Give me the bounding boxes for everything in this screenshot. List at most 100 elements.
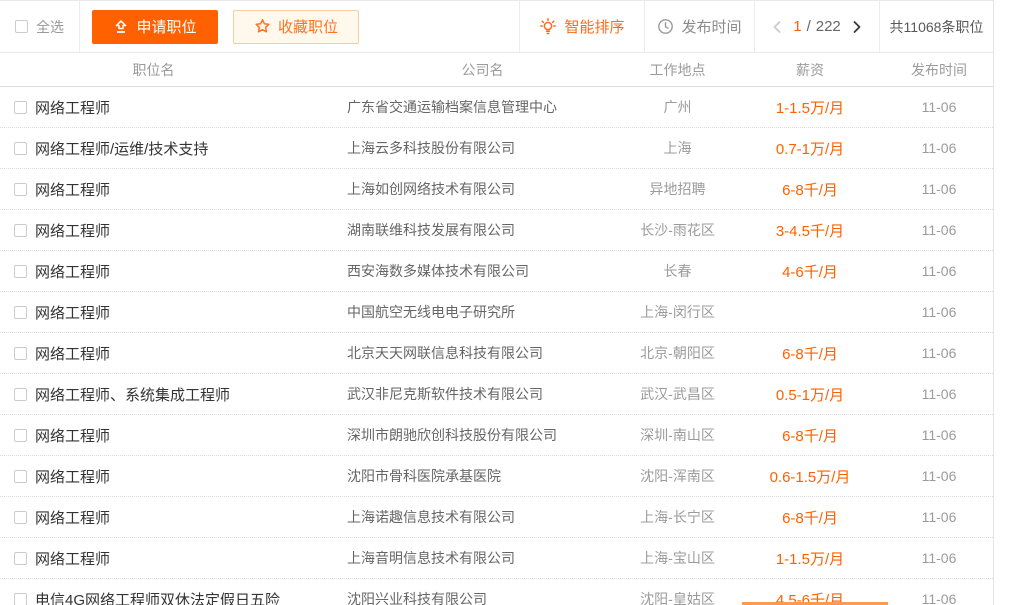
table-row: 网络工程师 广东省交通运输档案信息管理中心 广州 1-1.5万/月 11-06 — [0, 87, 993, 128]
chevron-right-icon[interactable] — [850, 20, 863, 34]
job-title-link[interactable]: 网络工程师 — [35, 466, 110, 487]
header-salary: 薪资 — [796, 61, 824, 78]
row-checkbox[interactable] — [14, 510, 27, 524]
company-name[interactable]: 沈阳市骨科医院承基医院 — [345, 466, 620, 486]
bulb-icon — [539, 17, 557, 36]
row-checkbox[interactable] — [14, 182, 27, 196]
company-name[interactable]: 广东省交通运输档案信息管理中心 — [345, 97, 620, 117]
job-date: 11-06 — [921, 509, 957, 525]
table-row: 网络工程师 上海如创网络技术有限公司 异地招聘 6-8千/月 11-06 — [0, 169, 993, 210]
job-salary: 6-8千/月 — [782, 345, 838, 363]
company-name[interactable]: 上海如创网络技术有限公司 — [345, 179, 620, 199]
row-checkbox[interactable] — [14, 264, 27, 278]
job-title-link[interactable]: 网络工程师 — [35, 220, 110, 241]
table-row: 网络工程师、系统集成工程师 武汉非尼克斯软件技术有限公司 武汉-武昌区 0.5-… — [0, 374, 993, 415]
table-row: 网络工程师 沈阳市骨科医院承基医院 沈阳-浑南区 0.6-1.5万/月 11-0… — [0, 456, 993, 497]
star-icon — [254, 18, 271, 35]
job-title-cell: 网络工程师 — [0, 466, 345, 487]
job-date: 11-06 — [921, 222, 957, 238]
job-location: 上海 — [663, 140, 692, 156]
select-all-checkbox[interactable] — [15, 20, 28, 33]
table-row: 网络工程师 北京天天网联信息科技有限公司 北京-朝阳区 6-8千/月 11-06 — [0, 333, 993, 374]
job-title-link[interactable]: 网络工程师、系统集成工程师 — [35, 384, 230, 405]
job-list-panel: 全选 申请职位 收藏职位 智能排序 发布时间 1 / 222 共11068条职位… — [0, 0, 994, 605]
job-title-link[interactable]: 网络工程师 — [35, 261, 110, 282]
apply-jobs-button[interactable]: 申请职位 — [92, 9, 218, 44]
job-date: 11-06 — [921, 427, 957, 443]
job-date: 11-06 — [921, 304, 957, 320]
job-location: 上海-闵行区 — [640, 304, 715, 320]
company-name[interactable]: 湖南联维科技发展有限公司 — [345, 220, 620, 240]
company-name[interactable]: 中国航空无线电电子研究所 — [345, 302, 620, 322]
total-jobs-count-cell: 共11068条职位 — [880, 1, 993, 52]
chevron-left-icon[interactable] — [771, 20, 784, 34]
row-checkbox[interactable] — [14, 592, 27, 605]
table-row: 网络工程师 上海音明信息技术有限公司 上海-宝山区 1-1.5万/月 11-06 — [0, 538, 993, 579]
header-location: 工作地点 — [649, 61, 706, 78]
job-salary: 6-8千/月 — [782, 509, 838, 527]
job-salary: 0.5-1万/月 — [775, 386, 845, 404]
job-title-link[interactable]: 网络工程师 — [35, 425, 110, 446]
header-date: 发布时间 — [911, 61, 967, 78]
company-name[interactable]: 深圳市朗驰欣创科技股份有限公司 — [345, 425, 620, 445]
job-date: 11-06 — [921, 140, 957, 156]
job-salary: 6-8千/月 — [782, 181, 838, 199]
job-title-cell: 网络工程师 — [0, 179, 345, 200]
job-date: 11-06 — [921, 181, 957, 197]
job-title-link[interactable]: 网络工程师 — [35, 302, 110, 323]
row-checkbox[interactable] — [14, 387, 27, 401]
table-row: 网络工程师 西安海数多媒体技术有限公司 长春 4-6千/月 11-06 — [0, 251, 993, 292]
job-title-link[interactable]: 网络工程师/运维/技术支持 — [35, 138, 208, 159]
company-name[interactable]: 上海音明信息技术有限公司 — [345, 548, 620, 568]
job-date: 11-06 — [921, 99, 957, 115]
table-row: 网络工程师 深圳市朗驰欣创科技股份有限公司 深圳-南山区 6-8千/月 11-0… — [0, 415, 993, 456]
job-title-link[interactable]: 网络工程师 — [35, 343, 110, 364]
job-title-cell: 网络工程师 — [0, 302, 345, 323]
row-checkbox[interactable] — [14, 469, 27, 483]
row-checkbox[interactable] — [14, 551, 27, 565]
toolbar: 全选 申请职位 收藏职位 智能排序 发布时间 1 / 222 共11068条职位 — [0, 1, 993, 53]
job-salary: 1-1.5万/月 — [775, 550, 845, 568]
action-buttons-cell: 申请职位 收藏职位 — [80, 1, 520, 52]
page-indicator: 1 / 222 — [793, 18, 841, 35]
company-name[interactable]: 西安海数多媒体技术有限公司 — [345, 261, 620, 281]
company-name[interactable]: 上海诺趣信息技术有限公司 — [345, 507, 620, 527]
job-list: 网络工程师 广东省交通运输档案信息管理中心 广州 1-1.5万/月 11-06 … — [0, 87, 993, 605]
job-salary: 0.6-1.5万/月 — [769, 468, 851, 486]
job-title-link[interactable]: 电信4G网络工程师双休法定假日五险 — [35, 589, 280, 605]
row-checkbox[interactable] — [14, 428, 27, 442]
favorite-jobs-button[interactable]: 收藏职位 — [233, 9, 359, 44]
smart-sort-button[interactable]: 智能排序 — [520, 1, 645, 52]
job-location: 长春 — [663, 263, 692, 279]
job-title-cell: 网络工程师/运维/技术支持 — [0, 138, 345, 159]
header-job-title: 职位名 — [132, 61, 175, 78]
job-date: 11-06 — [921, 263, 957, 279]
company-name[interactable]: 沈阳兴业科技有限公司 — [345, 589, 620, 605]
job-title-cell: 网络工程师 — [0, 261, 345, 282]
table-row: 网络工程师/运维/技术支持 上海云多科技股份有限公司 上海 0.7-1万/月 1… — [0, 128, 993, 169]
job-title-link[interactable]: 网络工程师 — [35, 507, 110, 528]
company-name[interactable]: 上海云多科技股份有限公司 — [345, 138, 620, 158]
company-name[interactable]: 北京天天网联信息科技有限公司 — [345, 343, 620, 363]
page-separator: / — [806, 18, 811, 35]
job-date: 11-06 — [921, 345, 957, 361]
job-title-link[interactable]: 网络工程师 — [35, 179, 110, 200]
job-location: 长沙-雨花区 — [640, 222, 715, 238]
row-checkbox[interactable] — [14, 100, 27, 114]
row-checkbox[interactable] — [14, 141, 27, 155]
company-name[interactable]: 武汉非尼克斯软件技术有限公司 — [345, 384, 620, 404]
job-title-cell: 网络工程师 — [0, 97, 345, 118]
clock-icon — [657, 18, 674, 35]
apply-jobs-label: 申请职位 — [136, 19, 197, 36]
table-row: 网络工程师 上海诺趣信息技术有限公司 上海-长宁区 6-8千/月 11-06 — [0, 497, 993, 538]
row-checkbox[interactable] — [14, 223, 27, 237]
row-checkbox[interactable] — [14, 346, 27, 360]
job-location: 异地招聘 — [649, 181, 706, 197]
publish-time-sort-button[interactable]: 发布时间 — [645, 1, 755, 52]
job-title-link[interactable]: 网络工程师 — [35, 548, 110, 569]
job-location: 武汉-武昌区 — [640, 386, 715, 402]
header-company: 公司名 — [461, 61, 504, 78]
job-title-link[interactable]: 网络工程师 — [35, 97, 110, 118]
job-location: 广州 — [663, 99, 692, 115]
row-checkbox[interactable] — [14, 305, 27, 319]
